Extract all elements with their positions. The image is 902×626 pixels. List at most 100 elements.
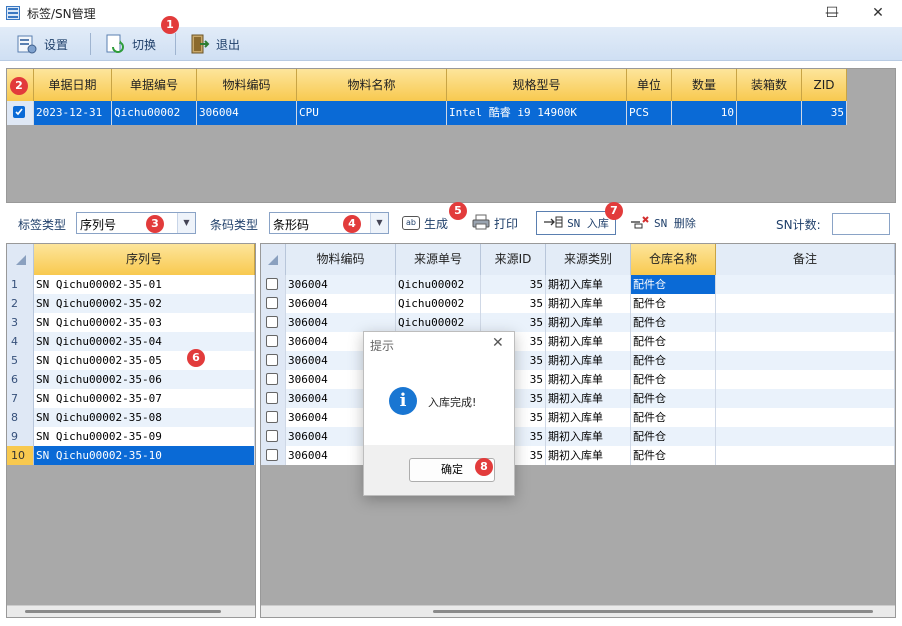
cell-source-type[interactable]: 期初入库单 [546, 427, 631, 446]
cell-note[interactable] [716, 275, 895, 294]
detail-corner-header[interactable] [261, 244, 286, 275]
row-checkbox[interactable] [266, 411, 278, 423]
cell-serial-number[interactable]: SN Qichu00002-35-02 [34, 294, 255, 313]
col-qty[interactable]: 数量 [672, 69, 737, 101]
cell-source-type[interactable]: 期初入库单 [546, 313, 631, 332]
row-checkbox[interactable] [266, 430, 278, 442]
detail-hscrollbar[interactable] [261, 605, 895, 617]
order-row[interactable]: 2023-12-31 Qichu00002 306004 CPU Intel 酷… [7, 101, 847, 125]
cell-note[interactable] [716, 370, 895, 389]
cell-note[interactable] [716, 446, 895, 465]
cell-warehouse[interactable]: 配件仓 [631, 351, 716, 370]
switch-button[interactable]: 切换 [100, 31, 160, 57]
detail-row[interactable]: 306004 35 期初入库单 配件仓 [261, 351, 895, 370]
cell-serial-number[interactable]: SN Qichu00002-35-04 [34, 332, 255, 351]
detail-row[interactable]: 306004 35 期初入库单 配件仓 [261, 408, 895, 427]
col-box-qty[interactable]: 装箱数 [737, 69, 802, 101]
cell-warehouse[interactable]: 配件仓 [631, 446, 716, 465]
cell-serial-number[interactable]: SN Qichu00002-35-09 [34, 427, 255, 446]
cell-source-no[interactable]: Qichu00002 [396, 294, 481, 313]
col-source-type[interactable]: 来源类别 [546, 244, 631, 275]
cell-warehouse[interactable]: 配件仓 [631, 313, 716, 332]
cell-material-code[interactable]: 306004 [286, 294, 396, 313]
cell-box-qty[interactable] [737, 101, 802, 125]
row-checkbox[interactable] [13, 106, 25, 118]
serial-row[interactable]: 9 SN Qichu00002-35-09 [7, 427, 255, 446]
cell-warehouse[interactable]: 配件仓 [631, 332, 716, 351]
row-checkbox[interactable] [266, 354, 278, 366]
detail-scroll-thumb[interactable] [433, 610, 873, 613]
cell-note[interactable] [716, 294, 895, 313]
detail-row[interactable]: 306004 Qichu00002 35 期初入库单 配件仓 [261, 294, 895, 313]
close-button[interactable]: ✕ [858, 2, 898, 24]
cell-warehouse[interactable]: 配件仓 [631, 389, 716, 408]
col-source-no[interactable]: 来源单号 [396, 244, 481, 275]
label-type-select[interactable]: 序列号 ▼ [76, 212, 196, 234]
col-warehouse[interactable]: 仓库名称 [631, 244, 716, 275]
cell-serial-number[interactable]: SN Qichu00002-35-08 [34, 408, 255, 427]
cell-source-type[interactable]: 期初入库单 [546, 446, 631, 465]
cell-note[interactable] [716, 313, 895, 332]
serial-row[interactable]: 1 SN Qichu00002-35-01 [7, 275, 255, 294]
cell-serial-number[interactable]: SN Qichu00002-35-01 [34, 275, 255, 294]
cell-source-no[interactable]: Qichu00002 [396, 313, 481, 332]
serial-row[interactable]: 2 SN Qichu00002-35-02 [7, 294, 255, 313]
sn-in-button[interactable]: SN 入库 [536, 211, 616, 235]
col-note[interactable]: 备注 [716, 244, 895, 275]
chevron-down-icon[interactable]: ▼ [177, 213, 195, 233]
row-checkbox[interactable] [266, 297, 278, 309]
cell-zid[interactable]: 35 [802, 101, 847, 125]
col-material-code[interactable]: 物料编码 [286, 244, 396, 275]
cell-note[interactable] [716, 389, 895, 408]
maximize-button[interactable]: ☐ [812, 2, 852, 24]
cell-unit[interactable]: PCS [627, 101, 672, 125]
detail-row[interactable]: 306004 35 期初入库单 配件仓 [261, 446, 895, 465]
cell-spec[interactable]: Intel 酷睿 i9 14900K [447, 101, 627, 125]
col-serial-number[interactable]: 序列号 [34, 244, 255, 275]
cell-warehouse[interactable]: 配件仓 [631, 275, 716, 294]
detail-row[interactable]: 306004 35 期初入库单 配件仓 [261, 332, 895, 351]
col-doc-no[interactable]: 单据编号 [112, 69, 197, 101]
cell-doc-no[interactable]: Qichu00002 [112, 101, 197, 125]
barcode-type-select[interactable]: 条形码 ▼ [269, 212, 389, 234]
cell-serial-number[interactable]: SN Qichu00002-35-06 [34, 370, 255, 389]
cell-source-id[interactable]: 35 [481, 313, 546, 332]
cell-warehouse[interactable]: 配件仓 [631, 294, 716, 313]
cell-source-type[interactable]: 期初入库单 [546, 370, 631, 389]
row-checkbox[interactable] [266, 373, 278, 385]
detail-row[interactable]: 306004 Qichu00002 35 期初入库单 配件仓 [261, 275, 895, 294]
serial-row[interactable]: 5 SN Qichu00002-35-05 [7, 351, 255, 370]
serial-hscrollbar[interactable] [7, 605, 255, 617]
cell-source-type[interactable]: 期初入库单 [546, 332, 631, 351]
cell-source-no[interactable]: Qichu00002 [396, 275, 481, 294]
cell-source-type[interactable]: 期初入库单 [546, 351, 631, 370]
serial-scroll-thumb[interactable] [25, 610, 221, 613]
serial-row[interactable]: 10 SN Qichu00002-35-10 [7, 446, 255, 465]
cell-material-code[interactable]: 306004 [197, 101, 297, 125]
cell-source-type[interactable]: 期初入库单 [546, 294, 631, 313]
row-checkbox[interactable] [266, 335, 278, 347]
cell-warehouse[interactable]: 配件仓 [631, 370, 716, 389]
serial-row[interactable]: 6 SN Qichu00002-35-06 [7, 370, 255, 389]
cell-source-id[interactable]: 35 [481, 294, 546, 313]
sn-delete-button[interactable]: SN 删除 [626, 212, 700, 234]
serial-row[interactable]: 7 SN Qichu00002-35-07 [7, 389, 255, 408]
col-doc-date[interactable]: 单据日期 [34, 69, 112, 101]
detail-row[interactable]: 306004 Qichu00002 35 期初入库单 配件仓 [261, 313, 895, 332]
cell-doc-date[interactable]: 2023-12-31 [34, 101, 112, 125]
cell-note[interactable] [716, 408, 895, 427]
serial-row[interactable]: 4 SN Qichu00002-35-04 [7, 332, 255, 351]
cell-material-name[interactable]: CPU [297, 101, 447, 125]
chevron-down-icon[interactable]: ▼ [370, 213, 388, 233]
row-checkbox[interactable] [266, 278, 278, 290]
cell-material-code[interactable]: 306004 [286, 275, 396, 294]
cell-note[interactable] [716, 427, 895, 446]
print-button[interactable]: 打印 [468, 212, 522, 234]
col-spec[interactable]: 规格型号 [447, 69, 627, 101]
cell-qty[interactable]: 10 [672, 101, 737, 125]
detail-row[interactable]: 306004 35 期初入库单 配件仓 [261, 389, 895, 408]
generate-button[interactable]: ab 生成 [398, 212, 452, 234]
row-checkbox[interactable] [266, 316, 278, 328]
cell-source-type[interactable]: 期初入库单 [546, 275, 631, 294]
cell-source-type[interactable]: 期初入库单 [546, 408, 631, 427]
